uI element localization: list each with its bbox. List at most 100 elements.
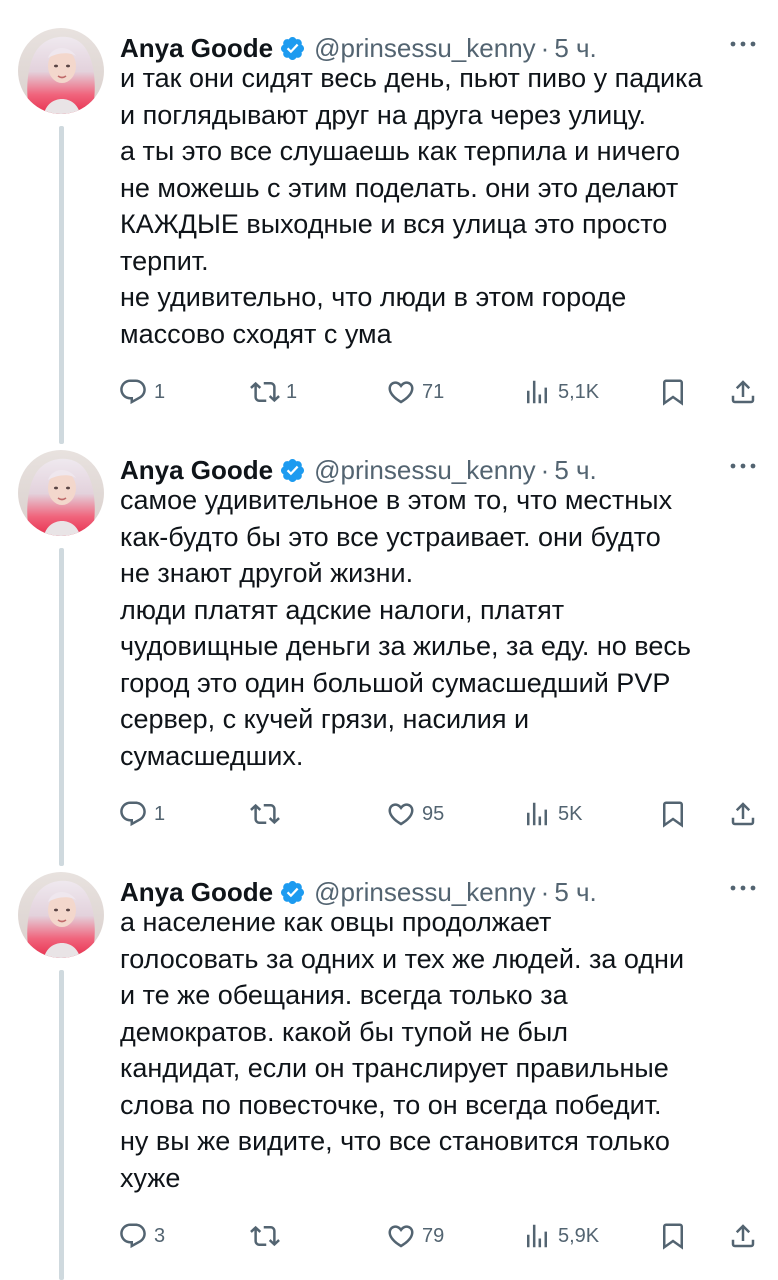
views-button[interactable]: 5K <box>522 796 582 832</box>
heart-icon <box>388 381 414 404</box>
more-dots-icon[interactable] <box>726 456 760 476</box>
reply-icon <box>120 801 146 827</box>
separator-dot: · <box>540 32 550 63</box>
tweet-timestamp[interactable]: 5 ч. <box>554 33 596 64</box>
retweet-button[interactable]: 1 <box>250 374 297 410</box>
reply-count: 1 <box>154 380 166 403</box>
tweet-text-line: и те же обещания. всегда только за <box>120 980 568 1010</box>
like-count: 95 <box>422 802 445 825</box>
tweet-text-line: ну вы же видите, что все становится толь… <box>120 1126 670 1156</box>
tweet-text-line: слова по повесточке, то он всегда победи… <box>120 1089 662 1120</box>
share-icon <box>731 802 755 826</box>
author-handle[interactable]: @prinsessu_kenny <box>314 33 536 64</box>
reply-icon <box>120 379 146 405</box>
views-count: 5,9K <box>558 1224 600 1247</box>
author-name[interactable]: Anya Goode <box>120 877 273 908</box>
tweet-text-line: не знают другой жизни. <box>120 558 414 588</box>
tweet-text-line: не можешь с этим поделать. они это делаю… <box>120 172 679 203</box>
avatar[interactable] <box>18 872 104 958</box>
reply-count: 3 <box>154 1224 166 1247</box>
tweet-timestamp[interactable]: 5 ч. <box>554 877 596 908</box>
tweet-text-line: кандидат, если он транслирует правильные <box>120 1053 669 1083</box>
tweet-text-line: и так они сидят весь день, пьют пиво у п… <box>120 63 703 93</box>
bookmark-button[interactable] <box>658 796 688 832</box>
reply-button[interactable]: 3 <box>118 1218 165 1254</box>
tweet-text-line: а население как овцы продолжает <box>120 907 552 937</box>
tweet-text-line: как-будто бы это все устраивает. они буд… <box>120 521 661 552</box>
verified-badge-icon <box>281 458 305 482</box>
views-chart-icon <box>527 380 547 404</box>
heart-icon <box>388 1225 414 1248</box>
tweet-text: самое удивительное в этом то, что местны… <box>120 482 760 774</box>
views-count: 5K <box>558 802 583 825</box>
tweet-text-line: демократов. какой бы тупой не был <box>120 1016 568 1047</box>
separator-dot: · <box>540 454 550 485</box>
tweet-actions: 3 79 5,9K <box>118 1218 760 1254</box>
more-dots-icon[interactable] <box>726 34 760 54</box>
verified-badge-icon <box>281 36 305 60</box>
tweet-text-line: и поглядывают друг на друга через улицу. <box>120 99 646 130</box>
tweet-text-line: хуже <box>120 1162 181 1193</box>
tweet-timestamp[interactable]: 5 ч. <box>554 455 596 486</box>
share-button[interactable] <box>728 374 758 410</box>
share-icon <box>731 1224 755 1248</box>
tweet-text: а население как овцы продолжает голосова… <box>120 904 760 1196</box>
author-name[interactable]: Anya Goode <box>120 455 273 486</box>
views-button[interactable]: 5,1K <box>522 374 599 410</box>
tweet-text-line: КАЖДЫЕ выходные и вся улица это просто <box>120 209 668 239</box>
author-handle[interactable]: @prinsessu_kenny <box>314 455 536 486</box>
reply-button[interactable]: 1 <box>118 796 165 832</box>
bookmark-button[interactable] <box>658 1218 688 1254</box>
like-button[interactable]: 71 <box>386 374 444 410</box>
like-button[interactable]: 95 <box>386 796 444 832</box>
views-count: 5,1K <box>558 380 600 403</box>
retweet-icon <box>250 803 280 825</box>
share-button[interactable] <box>728 1218 758 1254</box>
tweet-text-line: люди платят адские налоги, платят <box>120 594 565 625</box>
author-handle[interactable]: @prinsessu_kenny <box>314 877 536 908</box>
avatar[interactable] <box>18 450 104 536</box>
tweet-text-line: терпит. <box>120 245 209 276</box>
retweet-button[interactable] <box>250 1218 286 1254</box>
like-count: 71 <box>422 380 445 403</box>
bookmark-button[interactable] <box>658 374 688 410</box>
like-button[interactable]: 79 <box>386 1218 444 1254</box>
share-icon <box>731 380 755 404</box>
avatar[interactable] <box>18 28 104 114</box>
tweet[interactable]: Anya Goode @prinsessu_kenny · 5 ч. и так… <box>0 28 778 428</box>
tweet-text-line: массово сходят с ума <box>120 318 392 349</box>
tweet-text-line: голосовать за одних и тех же людей. за о… <box>120 943 685 974</box>
verified-badge-icon <box>281 880 305 904</box>
bookmark-icon <box>663 801 683 828</box>
bookmark-icon <box>663 1223 683 1250</box>
views-chart-icon <box>527 802 547 826</box>
reply-button[interactable]: 1 <box>118 374 165 410</box>
like-count: 79 <box>422 1224 445 1247</box>
more-dots-icon[interactable] <box>726 878 760 898</box>
retweet-icon <box>250 381 280 403</box>
tweet-text: и так они сидят весь день, пьют пиво у п… <box>120 60 760 352</box>
tweet-text-line: чудовищные деньги за жилье, за еду. но в… <box>120 631 691 661</box>
retweet-button[interactable] <box>250 796 286 832</box>
tweet-text-line: самое удивительное в этом то, что местны… <box>120 485 673 515</box>
reply-count: 1 <box>154 802 166 825</box>
tweet-actions: 1 1 71 5,1K <box>118 374 760 410</box>
tweet[interactable]: Anya Goode @prinsessu_kenny · 5 ч. а нас… <box>0 872 778 1272</box>
reply-icon <box>120 1223 146 1249</box>
tweet-text-line: а ты это все слушаешь как терпила и ниче… <box>120 136 681 166</box>
tweet-text-line: сумасшедших. <box>120 740 304 771</box>
retweet-count: 1 <box>286 380 298 403</box>
tweet-actions: 1 95 5K <box>118 796 760 832</box>
views-chart-icon <box>527 1224 547 1248</box>
views-button[interactable]: 5,9K <box>522 1218 599 1254</box>
share-button[interactable] <box>728 796 758 832</box>
tweet-text-line: не удивительно, что люди в этом городе <box>120 282 627 312</box>
retweet-icon <box>250 1225 280 1247</box>
tweet-text-line: сервер, с кучей грязи, насилия и <box>120 704 530 734</box>
author-name[interactable]: Anya Goode <box>120 33 273 64</box>
heart-icon <box>388 803 414 826</box>
tweet-text-line: город это один большой сумасшедший PVP <box>120 667 671 698</box>
bookmark-icon <box>663 379 683 406</box>
separator-dot: · <box>540 876 550 907</box>
tweet[interactable]: Anya Goode @prinsessu_kenny · 5 ч. самое… <box>0 450 778 850</box>
